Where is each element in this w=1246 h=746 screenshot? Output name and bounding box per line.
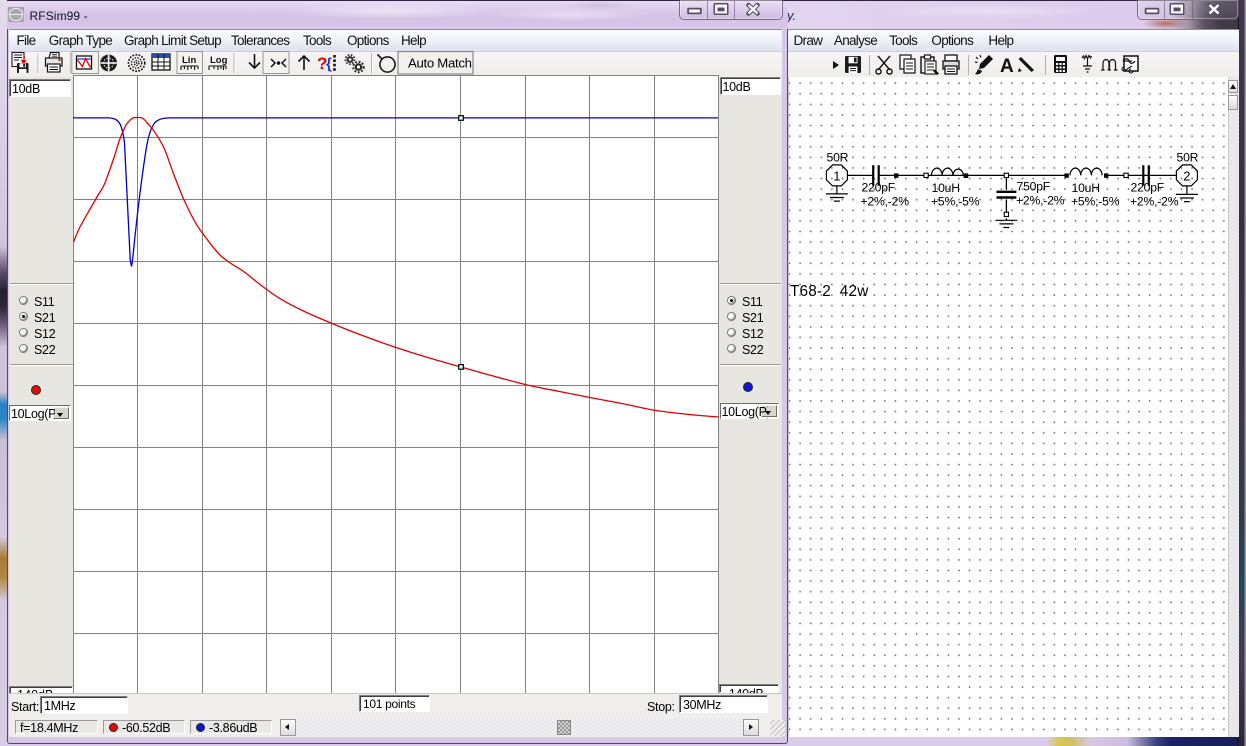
svg-text:Lin: Lin [182,55,196,66]
svg-text:2: 2 [1183,169,1190,184]
svg-text:220pF: 220pF [1130,180,1164,194]
svg-text:A: A [1000,56,1014,77]
svg-text:220pF: 220pF [862,180,896,194]
svg-text:50R: 50R [1176,150,1198,164]
svg-text:T68-2 42w: T68-2 42w [790,283,869,300]
svg-text:50R: 50R [827,150,849,164]
svg-text:+2%,-2%: +2%,-2% [861,194,910,208]
svg-text:1: 1 [833,169,840,184]
svg-text:10uH: 10uH [931,181,959,195]
svg-text:+2%,-2%: +2%,-2% [1130,194,1179,208]
svg-text:10uH: 10uH [1071,181,1099,195]
svg-text:+5%,-5%: +5%,-5% [931,195,980,209]
svg-text:Log: Log [210,55,228,66]
svg-text:+2%,-2%: +2%,-2% [1016,193,1065,207]
svg-text:750pF: 750pF [1016,180,1050,194]
svg-text:{: { [326,56,332,73]
svg-text:+5%,-5%: +5%,-5% [1071,195,1120,209]
svg-text:Auto Match: Auto Match [408,56,472,71]
